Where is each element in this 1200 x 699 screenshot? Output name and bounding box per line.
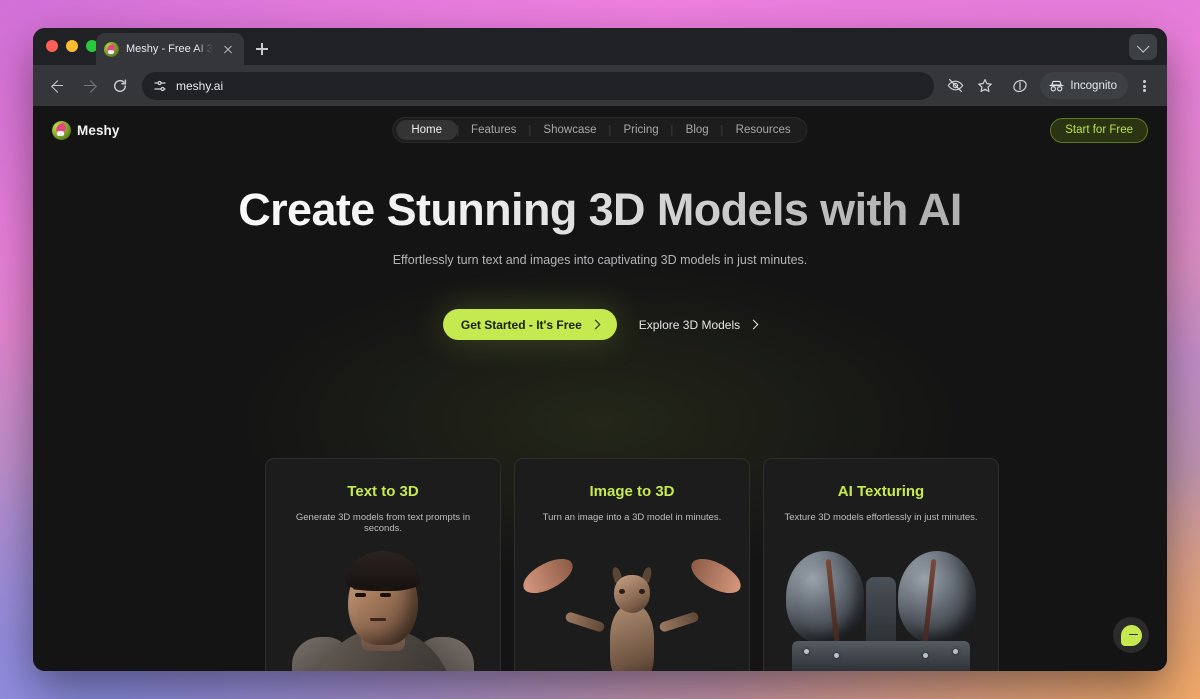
tracking-protection-icon[interactable] (942, 72, 969, 99)
url-text: meshy.ai (176, 79, 223, 93)
site-settings-icon[interactable] (153, 79, 167, 93)
incognito-label: Incognito (1070, 80, 1117, 92)
card-title: Image to 3D (515, 483, 749, 500)
explore-models-label: Explore 3D Models (639, 318, 740, 332)
hero-section: Create Stunning 3D Models with AI Effort… (33, 184, 1167, 340)
chat-widget-button[interactable] (1113, 617, 1149, 653)
nav-item-home[interactable]: Home (396, 120, 457, 140)
incognito-indicator[interactable]: Incognito (1040, 72, 1128, 99)
browser-tab[interactable]: Meshy - Free AI 3D Model Ge (96, 33, 244, 65)
card-description: Texture 3D models effortlessly in just m… (764, 512, 998, 523)
explore-models-link[interactable]: Explore 3D Models (639, 318, 757, 332)
close-tab-icon[interactable] (220, 41, 236, 57)
feature-card-image-to-3d[interactable]: Image to 3D Turn an image into a 3D mode… (514, 458, 750, 671)
meshy-favicon-icon (104, 42, 119, 57)
browser-toolbar: meshy.ai (33, 65, 1167, 106)
minimize-window-button[interactable] (66, 40, 78, 52)
brand-logo-link[interactable]: Meshy (52, 121, 120, 140)
chevron-right-icon (749, 320, 759, 330)
feature-cards: Text to 3D Generate 3D models from text … (265, 458, 999, 671)
chevron-down-icon[interactable] (1129, 34, 1157, 60)
armored-corset-image (764, 533, 998, 671)
get-started-label: Get Started - It's Free (461, 318, 582, 332)
site-header: Meshy Home Features Showcase Pricing Blo… (33, 106, 1167, 154)
hero-actions: Get Started - It's Free Explore 3D Model… (33, 309, 1167, 340)
hero-subtitle: Effortlessly turn text and images into c… (33, 253, 1167, 267)
bookmark-star-icon[interactable] (971, 72, 998, 99)
feature-card-ai-texturing[interactable]: AI Texturing Texture 3D models effortles… (763, 458, 999, 671)
hero-title: Create Stunning 3D Models with AI (33, 184, 1167, 236)
primary-nav: Home Features Showcase Pricing Blog Reso… (392, 117, 807, 143)
start-for-free-button[interactable]: Start for Free (1050, 118, 1148, 143)
close-window-button[interactable] (46, 40, 58, 52)
nav-item-resources[interactable]: Resources (723, 120, 804, 140)
reload-icon[interactable] (106, 72, 134, 100)
nav-item-showcase[interactable]: Showcase (530, 120, 609, 140)
browser-window: Meshy - Free AI 3D Model Ge meshy.ai (33, 28, 1167, 671)
meshy-logo-icon (52, 121, 71, 140)
nav-item-blog[interactable]: Blog (673, 120, 722, 140)
back-arrow-icon[interactable] (44, 72, 72, 100)
toolbar-icons: Incognito (942, 72, 1156, 99)
feature-card-text-to-3d[interactable]: Text to 3D Generate 3D models from text … (265, 458, 501, 671)
chevron-right-icon (590, 320, 600, 330)
mad-max-character-bust-image (266, 533, 500, 671)
tab-title: Meshy - Free AI 3D Model Ge (126, 43, 213, 55)
page-viewport: Meshy Home Features Showcase Pricing Blo… (33, 106, 1167, 671)
card-title: AI Texturing (764, 483, 998, 500)
card-description: Turn an image into a 3D model in minutes… (515, 512, 749, 523)
card-title: Text to 3D (266, 483, 500, 500)
nav-item-features[interactable]: Features (458, 120, 529, 140)
forward-arrow-icon[interactable] (75, 72, 103, 100)
brand-name: Meshy (77, 123, 120, 138)
card-description: Generate 3D models from text prompts in … (266, 512, 500, 534)
address-bar[interactable]: meshy.ai (142, 72, 934, 100)
new-tab-button[interactable] (252, 39, 272, 59)
get-started-button[interactable]: Get Started - It's Free (443, 309, 617, 340)
window-traffic-lights (46, 40, 98, 52)
extensions-icon[interactable] (1006, 72, 1033, 99)
goblin-creature-image (515, 533, 749, 671)
chat-bubble-icon (1121, 625, 1142, 646)
browser-menu-icon[interactable] (1132, 72, 1156, 99)
incognito-hat-icon (1049, 80, 1064, 92)
nav-item-pricing[interactable]: Pricing (610, 120, 671, 140)
tab-strip: Meshy - Free AI 3D Model Ge (33, 28, 1167, 65)
